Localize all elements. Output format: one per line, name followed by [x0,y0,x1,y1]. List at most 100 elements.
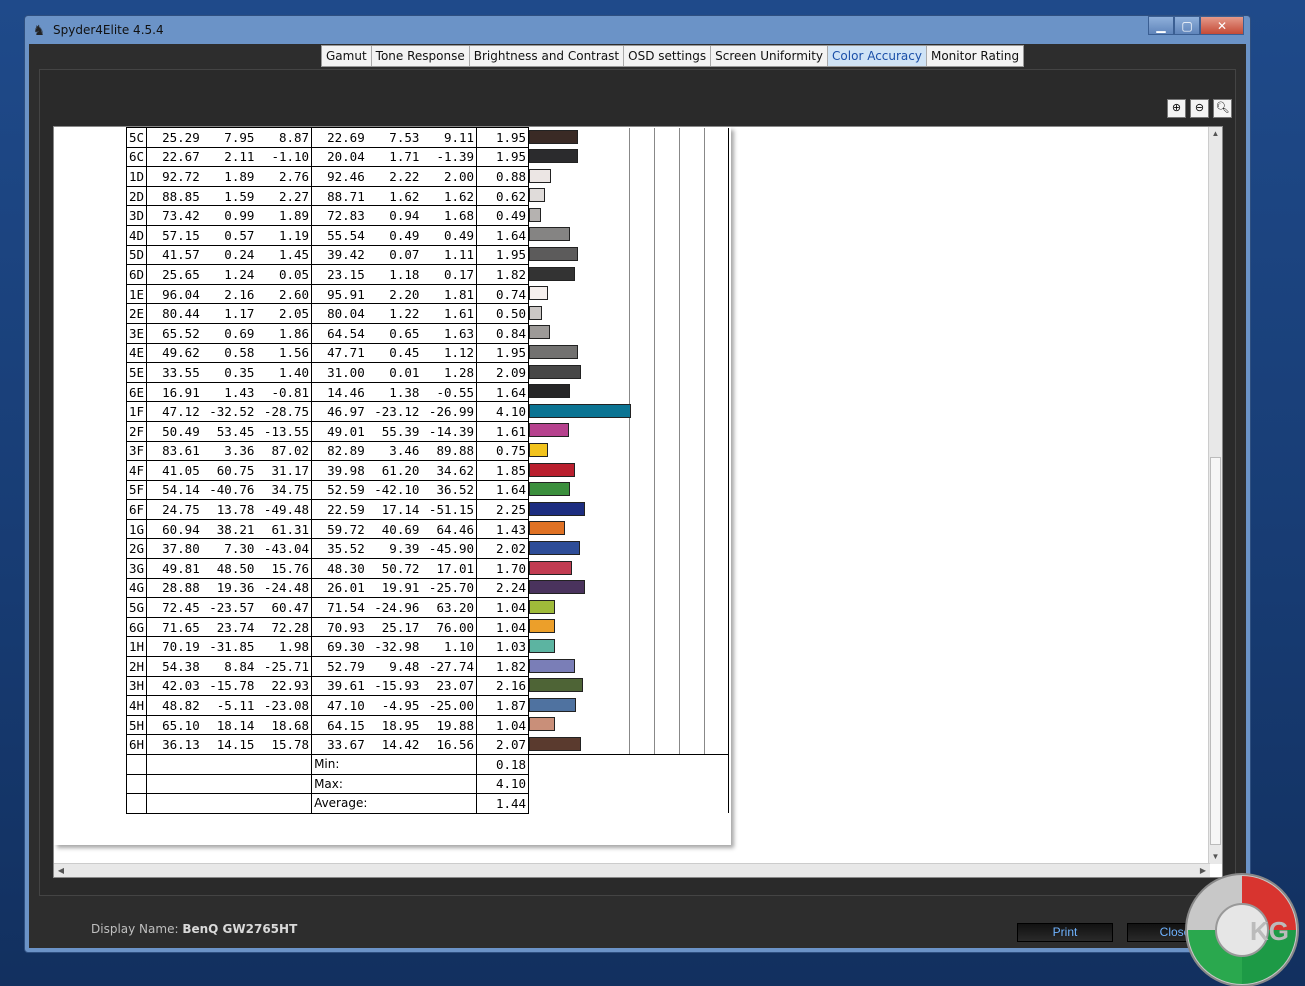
print-button[interactable]: Print [1017,923,1113,942]
lab-l-value: 47.10 [327,698,365,714]
measured-lab: 48.30 50.72 17.01 [311,558,478,579]
scroll-left-arrow-icon[interactable]: ◀ [54,864,68,877]
patch-id: 6H [125,734,148,755]
lab-a-value: 0.69 [224,325,255,341]
lab-a-value: 2.16 [224,286,255,302]
measured-lab-values: 33.67 14.42 16.56 [312,737,476,752]
lab-b-value: -1.39 [436,149,475,165]
vertical-scrollbar[interactable]: ▲ ▼ [1208,127,1222,864]
bar-gridline [629,343,631,363]
minimize-icon: ▁ [1156,18,1166,33]
tab-screen-uniformity[interactable]: Screen Uniformity [711,46,829,66]
bar-gridline [679,421,681,441]
client-area: Gamut Tone Response Brightness and Contras… [29,44,1246,948]
lab-l-value: 36.13 [162,737,200,753]
reference-lab: 37.80 7.30 -43.04 [146,538,313,560]
bar-gridline [629,166,631,187]
measured-lab: 71.54 -24.96 63.20 [311,597,478,618]
patch-id: 1H [125,636,148,658]
lab-b-value: 0.05 [278,266,310,282]
title-bar[interactable]: ♞ Spyder4Elite 4.5.4 ▁ ▢ ✕ [25,16,1250,45]
bar-gridline [679,166,681,187]
tab-gamut[interactable]: Gamut [322,46,372,66]
lab-a-value: 1.22 [389,306,420,322]
bar-gridline [654,538,656,559]
patch-id: 5C [125,127,148,148]
bar-gridline [704,617,706,637]
bar-gridline [679,695,681,716]
bar-gridline [704,166,706,187]
bar-gridline [629,636,631,657]
table-row: 2H 54.38 8.84 -25.71 52.79 9.48 -27.74 1.82 [125,656,730,677]
zoom-in-button[interactable]: ⊕ [1167,99,1186,118]
lab-a-value: 7.53 [389,129,420,145]
close-window-button[interactable]: ✕ [1200,16,1244,35]
delta-e-bar-cell [528,597,730,618]
bar-gridline [679,558,681,579]
tab-color-accuracy[interactable]: Color Accuracy [828,46,927,66]
table-row: 4D 57.15 0.57 1.19 55.54 0.49 0.49 1.64 [125,224,730,246]
horizontal-scrollbar[interactable]: ◀ ▶ [54,863,1210,877]
reference-lab-values: 41.57 0.24 1.45 [147,247,311,262]
summary-empty-cell [146,773,313,795]
measured-lab-values: 22.69 7.53 9.11 [312,130,476,145]
window-title: Spyder4Elite 4.5.4 [53,23,164,37]
vertical-scroll-thumb[interactable] [1210,457,1221,845]
lab-a-value: 18.95 [381,717,420,733]
lab-l-value: 47.12 [162,404,200,420]
patch-id: 3H [125,675,148,697]
lab-a-value: 13.78 [216,502,255,518]
bar-gridline [704,323,706,344]
bar-gridline [679,401,681,422]
measured-lab: 52.59 -42.10 36.52 [311,479,478,501]
zoom-out-icon: ⊖ [1194,102,1205,114]
delta-e-bar-cell [528,382,730,402]
summary-empty-cell [125,773,148,795]
zoom-out-button[interactable]: ⊖ [1190,99,1209,118]
measured-lab: 47.10 -4.95 -25.00 [311,695,478,716]
tab-monitor-rating[interactable]: Monitor Rating [927,46,1023,66]
measured-lab: 31.00 0.01 1.28 [311,362,478,383]
lab-l-value: 26.01 [327,580,365,596]
patch-id: 3E [125,322,148,344]
bar-gridline [704,186,706,206]
minimize-button[interactable]: ▁ [1148,16,1174,35]
lab-a-value: 14.42 [381,737,420,753]
bar-gridline [704,401,706,422]
delta-e-bar-cell [528,636,730,657]
zoom-fit-button[interactable]: 🔍︎ [1213,99,1232,118]
lab-l-value: 16.91 [162,384,200,400]
tab-brightness-and-contrast[interactable]: Brightness and Contrast [470,46,625,66]
lab-a-value: -31.85 [209,639,255,655]
tab-osd-settings[interactable]: OSD settings [624,46,712,66]
maximize-button[interactable]: ▢ [1174,16,1200,35]
scroll-up-arrow-icon[interactable]: ▲ [1209,127,1222,141]
report-viewport[interactable]: 5C 25.29 7.95 8.87 22.69 7.53 9.11 1.95 6C 22.67 2… [53,126,1223,878]
bar-gridline [654,343,656,363]
lab-l-value: 80.44 [162,306,200,322]
bar-gridline [629,205,631,226]
patch-id: 5E [125,362,148,383]
lab-l-value: 69.30 [327,639,365,655]
bar-gridline [679,519,681,539]
bar-gridline [679,636,681,657]
reference-lab-values: 92.72 1.89 2.76 [147,169,311,184]
measured-lab-values: 35.52 9.39 -45.90 [312,541,476,556]
measured-lab-values: 47.10 -4.95 -25.00 [312,698,476,713]
reference-lab: 54.14 -40.76 34.75 [146,479,313,501]
reference-lab: 73.42 0.99 1.89 [146,205,313,226]
measured-lab-values: 14.46 1.38 -0.55 [312,385,476,400]
measured-lab: 59.72 40.69 64.46 [311,518,478,540]
bar-gridline [654,656,656,677]
bar-gridline [629,245,631,265]
measured-lab-values: 95.91 2.20 1.81 [312,287,476,302]
scroll-down-arrow-icon[interactable]: ▼ [1209,850,1222,864]
delta-e-bar [529,599,556,614]
lab-a-value: -15.93 [374,678,420,694]
reference-lab: 88.85 1.59 2.27 [146,185,313,207]
lab-a-value: 0.57 [224,227,255,243]
tab-tone-response[interactable]: Tone Response [372,46,470,66]
lab-a-value: 19.36 [216,580,255,596]
lab-b-value: 2.05 [278,306,310,322]
table-row: 6E 16.91 1.43 -0.81 14.46 1.38 -0.55 1.64 [125,381,730,403]
